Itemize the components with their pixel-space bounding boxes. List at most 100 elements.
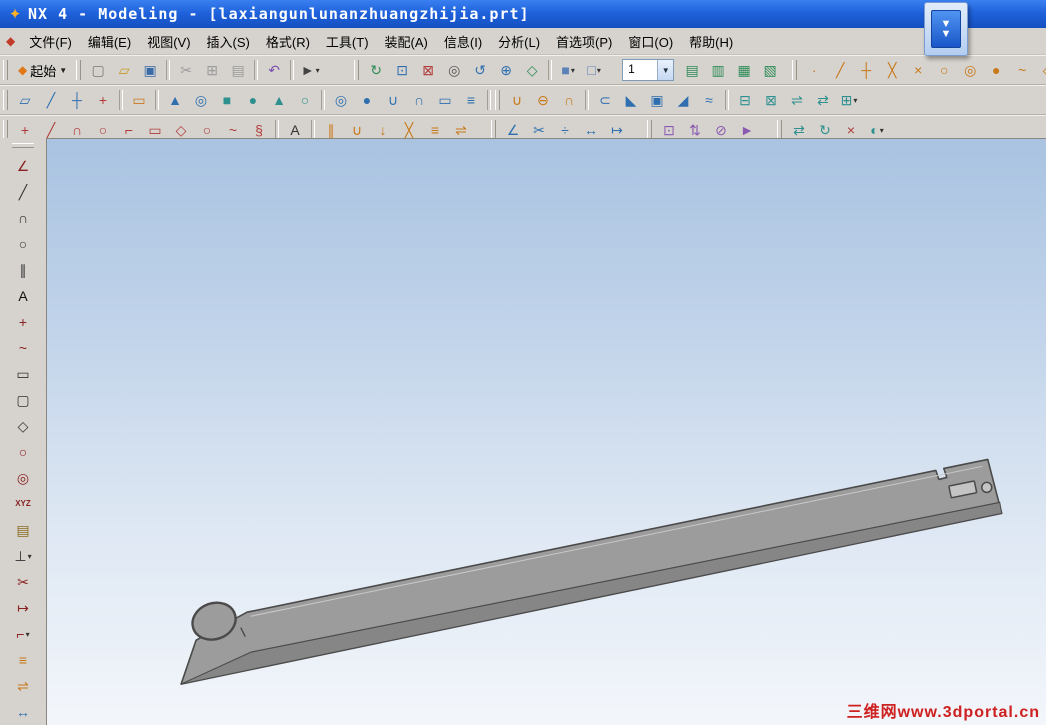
dimension-icon[interactable]: ↔ [11,700,35,724]
constraint-icon[interactable]: ⊥ ▾ [11,544,35,568]
text-tool-icon[interactable]: A [11,284,35,308]
ring-icon[interactable]: ◎ [11,466,35,490]
open-icon[interactable]: ▱ [112,58,136,82]
datum-csys-icon[interactable]: ┼ [65,88,89,112]
toolbar-grip[interactable] [647,120,652,140]
datum-axis-icon[interactable]: ╱ [39,88,63,112]
fit-view-icon[interactable]: ⊡ [390,58,414,82]
snap-midpoint-icon[interactable]: ┼ [854,58,878,82]
arc-sketch-icon[interactable]: ∩ [11,206,35,230]
menu-file[interactable]: 文件(F) [21,29,80,54]
pad-icon[interactable]: ∩ [407,88,431,112]
undo-icon[interactable]: ↶ [262,58,286,82]
snap-control-point-icon[interactable]: ╳ [880,58,904,82]
taper-icon[interactable]: ◢ [671,88,695,112]
layer-category-icon[interactable]: ▦ [732,58,756,82]
snap-arc-center-icon[interactable]: ○ [932,58,956,82]
trim-body-icon[interactable]: ⊟ [733,88,757,112]
start-button[interactable]: ◆ 起始 ▼ [12,59,73,82]
shell-icon[interactable]: ▣ [645,88,669,112]
save-icon[interactable]: ▣ [138,58,162,82]
cylinder-icon[interactable]: ● [241,88,265,112]
slot-icon[interactable]: ▭ [433,88,457,112]
part-flange[interactable] [180,501,1003,685]
toolbar-grip[interactable] [76,60,82,80]
refresh-view-icon[interactable]: ↻ [364,58,388,82]
menu-format[interactable]: 格式(R) [258,29,318,54]
derived-line-icon[interactable]: ∥ [11,258,35,282]
chamfer-icon[interactable]: ◣ [619,88,643,112]
spline-sketch-icon[interactable]: ~ [11,336,35,360]
selection-filter-icon[interactable]: ► ▾ [298,58,322,82]
toolbar-grip[interactable] [354,60,360,80]
sphere-icon[interactable]: ○ [293,88,317,112]
paste-icon[interactable]: ▤ [226,58,250,82]
toolbar-grip[interactable] [3,60,8,80]
wireframe-view-icon[interactable]: □ ▾ [582,58,606,82]
graphics-viewport[interactable]: 三维网www.3dportal.cn [46,138,1046,725]
split-body-icon[interactable]: ⊠ [759,88,783,112]
polygon-sketch-icon[interactable]: ◇ [11,414,35,438]
toolbar-grip[interactable] [3,120,8,140]
menu-view[interactable]: 视图(V) [139,29,198,54]
menu-edit[interactable]: 编辑(E) [80,29,139,54]
snap-existing-point-icon[interactable]: ● [984,58,1008,82]
point-sketch-icon[interactable]: + [11,310,35,334]
extrude-icon[interactable]: ▲ [163,88,187,112]
thread-icon[interactable]: ≈ [697,88,721,112]
groove-icon[interactable]: ≡ [459,88,483,112]
clipboard-tool-icon[interactable]: ▤ [11,518,35,542]
menu-insert[interactable]: 插入(S) [199,29,258,54]
profile-icon[interactable]: ∠ [11,154,35,178]
point-tool-icon[interactable]: + [91,88,115,112]
menu-tools[interactable]: 工具(T) [318,29,377,54]
boss-icon[interactable]: ● [355,88,379,112]
new-file-icon[interactable]: ▢ [86,58,110,82]
toolbar-grip[interactable] [777,120,782,140]
menu-help[interactable]: 帮助(H) [681,29,741,54]
edge-blend-icon[interactable]: ⊂ [593,88,617,112]
menu-assemblies[interactable]: 装配(A) [377,29,436,54]
pocket-icon[interactable]: ∪ [381,88,405,112]
rectangle-sketch-icon[interactable]: ▭ [11,362,35,386]
snap-point-on-surface-icon[interactable]: ◇ [1036,58,1046,82]
layer-settings-icon[interactable]: ▤ [680,58,704,82]
block-icon[interactable]: ■ [215,88,239,112]
line-sketch-icon[interactable]: ╱ [11,180,35,204]
toolbar-grip[interactable] [3,90,8,110]
intersect-icon[interactable]: ∩ [557,88,581,112]
snap-intersection-icon[interactable]: × [906,58,930,82]
sew-icon[interactable]: ⇌ [785,88,809,112]
revolve-icon[interactable]: ◎ [189,88,213,112]
shaded-view-icon[interactable]: ■ ▾ [556,58,580,82]
fillet-tool-icon[interactable]: ⌐ ▾ [11,622,35,646]
perspective-icon[interactable]: ◇ [520,58,544,82]
snap-endpoint-icon[interactable]: ╱ [828,58,852,82]
cone-icon[interactable]: ▲ [267,88,291,112]
pan-view-icon[interactable]: ⊕ [494,58,518,82]
zoom-box-icon[interactable]: ⊠ [416,58,440,82]
extend-tool-icon[interactable]: ↦ [11,596,35,620]
toolbar-grip[interactable] [12,143,34,148]
part-small-hole[interactable] [981,481,993,494]
rotate-view-icon[interactable]: ↺ [468,58,492,82]
chevron-down-icon[interactable]: ▼ [657,60,674,80]
collapsed-toolbar-button[interactable]: ▼ ▼ [924,2,968,56]
sketch-icon[interactable]: ▭ [127,88,151,112]
viewport-canvas[interactable] [47,139,1046,725]
visible-layers-icon[interactable]: ▥ [706,58,730,82]
unite-icon[interactable]: ∪ [505,88,529,112]
hole-icon[interactable]: ◎ [329,88,353,112]
circle-sketch-icon[interactable]: ○ [11,232,35,256]
menu-window[interactable]: 窗口(O) [620,29,681,54]
cut-icon[interactable]: ✂ [174,58,198,82]
mirror-tool-icon[interactable]: ⇌ [11,674,35,698]
menu-analysis[interactable]: 分析(L) [490,29,548,54]
offset-tool-icon[interactable]: ≡ [11,648,35,672]
copy-icon[interactable]: ⊞ [200,58,224,82]
layer-combo[interactable]: 1 ▼ [622,59,675,81]
snap-point-icon[interactable]: · [802,58,826,82]
toolbar-grip[interactable] [495,90,500,110]
snap-point-on-curve-icon[interactable]: ~ [1010,58,1034,82]
instance-feature-icon[interactable]: ⊞ ▾ [837,88,861,112]
